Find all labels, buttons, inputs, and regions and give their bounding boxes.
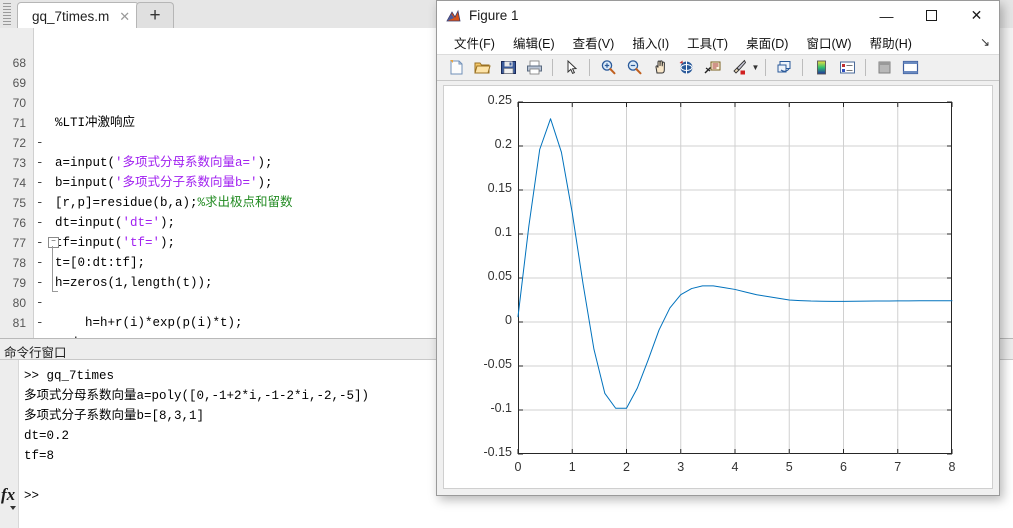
y-tick-label: 0 <box>505 313 512 327</box>
x-tick-label: 6 <box>840 460 847 474</box>
show-plot-tools-icon[interactable] <box>898 56 922 80</box>
toolbar-separator <box>765 59 766 76</box>
menu-insert[interactable]: 插入(I) <box>623 31 678 54</box>
x-tick-label: 8 <box>948 460 956 474</box>
figure-title-bar[interactable]: Figure 1 — ✕ <box>437 1 999 30</box>
x-tick-label: 1 <box>568 460 576 474</box>
x-tick-label: 0 <box>514 460 522 474</box>
menu-file[interactable]: 文件(F) <box>445 31 504 54</box>
link-plot-icon[interactable] <box>772 56 796 80</box>
command-window-rail: fx <box>0 360 19 528</box>
menu-tools[interactable]: 工具(T) <box>678 31 737 54</box>
hide-plot-tools-icon[interactable] <box>872 56 896 80</box>
maximize-button[interactable] <box>909 1 954 30</box>
figure-toolbar: ▼ <box>437 55 999 81</box>
x-tick-label: 5 <box>785 460 793 474</box>
screen: gq_7times.m ✕ + 68 69 70 %LTI冲激响应 71 - a… <box>0 0 1013 528</box>
pointer-icon[interactable] <box>559 56 583 80</box>
editor-tab-gq7times[interactable]: gq_7times.m ✕ <box>17 2 140 29</box>
toolbar-separator <box>589 59 590 76</box>
y-tick-label: 0.05 <box>487 269 512 283</box>
plot-svg <box>517 101 953 455</box>
legend-icon[interactable] <box>835 56 859 80</box>
open-file-icon[interactable] <box>470 56 494 80</box>
overflow-arrow-icon[interactable]: ↘ <box>980 35 990 49</box>
matlab-figure-icon <box>446 9 461 23</box>
figure-window[interactable]: Figure 1 — ✕ 文件(F) 编辑(E) 查看(V) 插入(I) 工具(… <box>436 0 1000 496</box>
chevron-down-icon[interactable] <box>10 506 16 510</box>
menu-help[interactable]: 帮助(H) <box>861 31 921 54</box>
axes-container: 0 1 2 3 4 5 6 7 8 -0.15 -0.1 -0.05 0 0.05 0.1 0.15 0.2 0.… <box>444 86 992 488</box>
menu-edit[interactable]: 编辑(E) <box>504 31 564 54</box>
fx-icon[interactable]: fx <box>1 485 15 505</box>
y-tick-label: -0.15 <box>483 445 513 459</box>
menu-window[interactable]: 窗口(W) <box>797 31 860 54</box>
x-tick-label: 7 <box>894 460 902 474</box>
y-tick-label: 0.1 <box>494 225 512 239</box>
y-tick-label: 0.2 <box>494 137 512 151</box>
zoom-in-icon[interactable] <box>596 56 620 80</box>
minimize-button[interactable]: — <box>864 1 909 30</box>
close-icon[interactable]: ✕ <box>119 10 130 23</box>
x-tick-label: 3 <box>677 460 685 474</box>
toolbar-separator <box>865 59 866 76</box>
colorbar-icon[interactable] <box>809 56 833 80</box>
toolbar-separator <box>802 59 803 76</box>
figure-menu-bar: 文件(F) 编辑(E) 查看(V) 插入(I) 工具(T) 桌面(D) 窗口(W… <box>437 30 999 55</box>
menu-view[interactable]: 查看(V) <box>564 31 624 54</box>
x-tick-label: 4 <box>731 460 739 474</box>
toolbar-separator <box>552 59 553 76</box>
tab-bar-grip[interactable] <box>3 3 11 25</box>
print-figure-icon[interactable] <box>522 56 546 80</box>
window-controls: — ✕ <box>864 1 999 30</box>
figure-title-text: Figure 1 <box>469 8 519 23</box>
y-tick-label: 0.15 <box>487 181 512 195</box>
y-tick-label: -0.05 <box>483 357 513 371</box>
y-tick-label: -0.1 <box>490 401 512 415</box>
menu-desktop[interactable]: 桌面(D) <box>737 31 797 54</box>
rotate-3d-icon[interactable] <box>674 56 698 80</box>
brush-data-icon[interactable] <box>726 56 750 80</box>
chevron-down-icon[interactable]: ▼ <box>751 58 760 78</box>
code-fold-toggle[interactable]: − <box>48 237 59 248</box>
y-tick-label: 0.25 <box>487 93 512 107</box>
tab-label: gq_7times.m <box>32 8 110 24</box>
save-figure-icon[interactable] <box>496 56 520 80</box>
figure-canvas[interactable]: 0 1 2 3 4 5 6 7 8 -0.15 -0.1 -0.05 0 0.05 0.1 0.15 0.2 0.… <box>443 85 993 489</box>
new-tab-button[interactable]: + <box>136 2 174 29</box>
new-figure-icon[interactable] <box>444 56 468 80</box>
data-cursor-icon[interactable] <box>700 56 724 80</box>
close-button[interactable]: ✕ <box>954 1 999 30</box>
zoom-out-icon[interactable] <box>622 56 646 80</box>
grid-lines <box>518 102 952 454</box>
x-tick-label: 2 <box>623 460 630 474</box>
pan-icon[interactable] <box>648 56 672 80</box>
